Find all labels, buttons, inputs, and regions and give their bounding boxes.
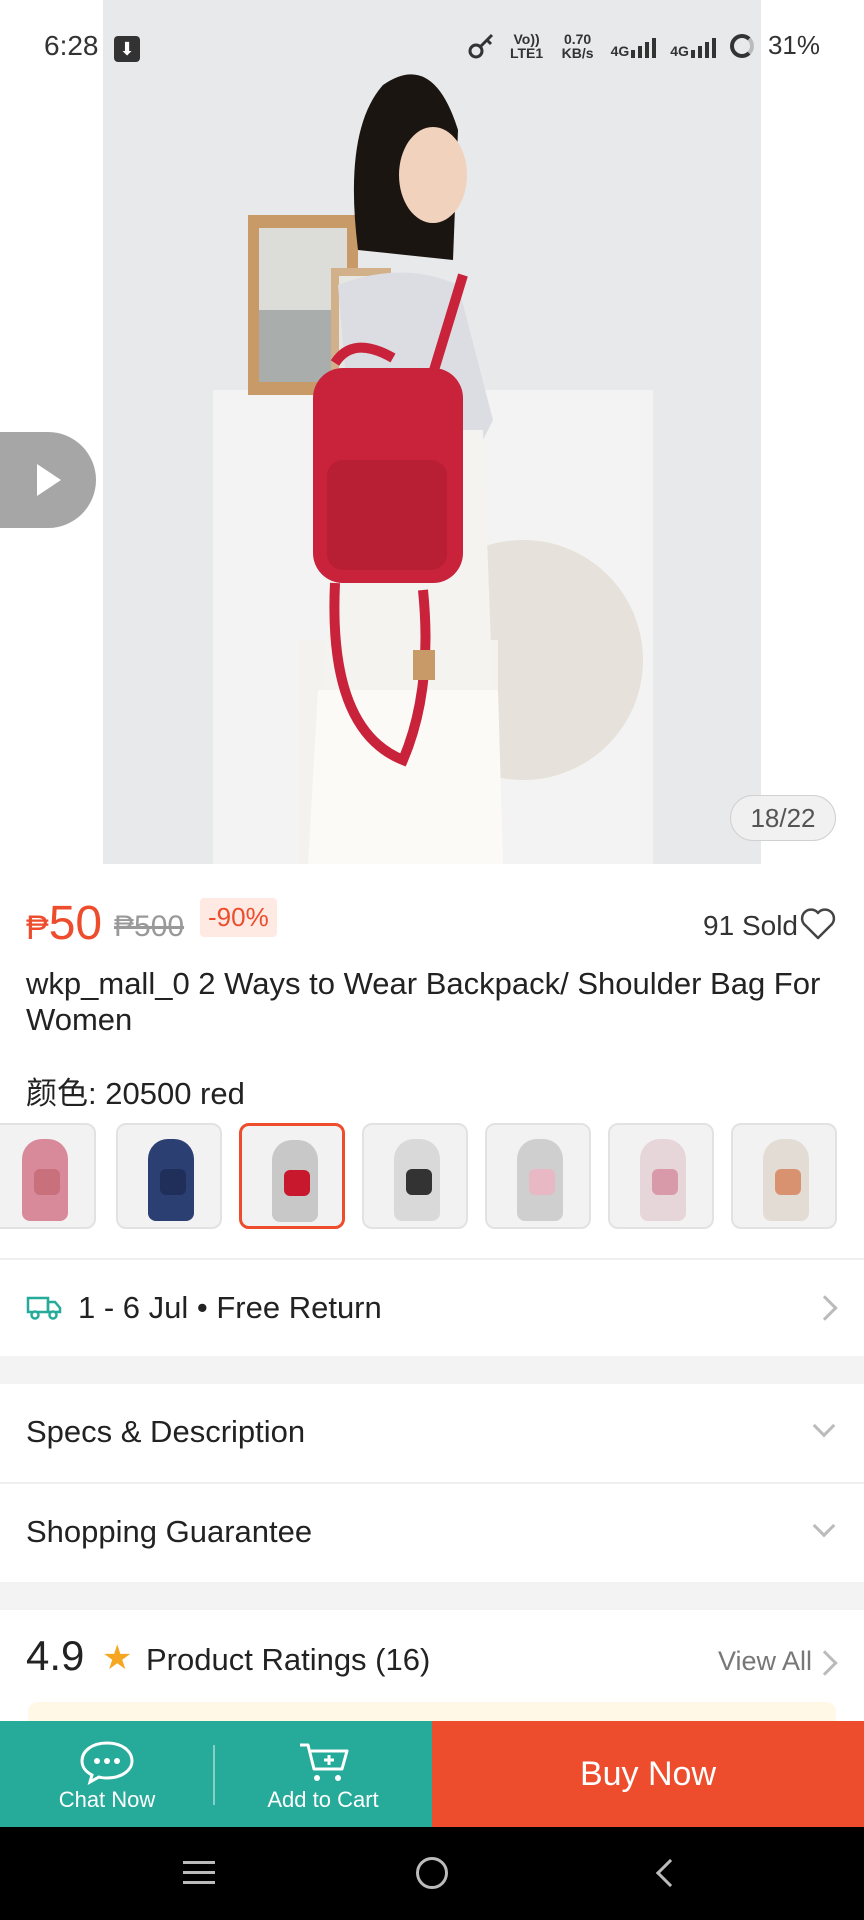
home-button[interactable] [416,1857,448,1889]
section-gap [0,1356,864,1384]
battery-percent: 31% [767,30,820,60]
discount-badge: -90% [200,898,277,937]
back-button[interactable] [655,1858,685,1888]
variant-thumbnail-bag [406,1169,432,1195]
view-all-link[interactable]: View All [718,1646,812,1677]
recent-apps-button[interactable] [183,1861,215,1885]
status-bar: 6:28 ⬇ Vo)) LTE1 0.70 KB/s 4G 4G 31% [0,0,864,100]
rating-score: 4.9 [26,1632,85,1679]
volte-indicator: Vo)) LTE1 [509,30,544,61]
action-separator [213,1745,215,1805]
guarantee-label: Shopping Guarantee [26,1514,313,1549]
currency-symbol: ₱ [26,909,49,947]
play-icon [37,464,61,496]
product-page: 18/22 6:28 ⬇ Vo)) LTE1 0.70 KB/s 4G 4G 3… [0,0,864,1920]
signal-bars-icon [631,34,657,58]
action-bar: Chat Now Add to Cart Buy Now [0,1721,864,1827]
chevron-right-icon [812,1650,838,1676]
variant-thumbnail[interactable] [0,1123,96,1229]
signal-1: 4G [611,34,657,58]
section-gap [0,1582,864,1610]
current-price: ₱50 [26,896,102,951]
signal-2: 4G [670,34,716,58]
shipping-text: 1 - 6 Jul • Free Return [78,1290,382,1325]
variant-thumbnail[interactable] [362,1123,468,1229]
chat-now-label: Chat Now [58,1787,156,1812]
key-icon [468,33,493,58]
specs-section[interactable]: Specs & Description [0,1384,864,1480]
signal-1-label: 4G [610,42,630,59]
signal-2-label: 4G [670,42,689,59]
shipping-row[interactable]: 1 - 6 Jul • Free Return [0,1262,864,1354]
chat-now-button[interactable]: Chat Now [0,1721,214,1827]
variant-thumbnail-bag [775,1169,801,1195]
net-speed: 0.70 KB/s [561,30,594,61]
divider [0,1258,864,1260]
video-play-button[interactable] [0,432,96,528]
truck-icon [26,1296,62,1320]
status-indicators: Vo)) LTE1 0.70 KB/s 4G 4G 31% [467,30,820,61]
chevron-down-icon [812,1514,836,1538]
add-to-cart-label: Add to Cart [267,1787,379,1812]
variant-thumbnails [0,1123,864,1229]
status-time: 6:28 [44,30,99,61]
product-photo-illustration [103,0,761,864]
buy-now-button[interactable]: Buy Now [432,1721,864,1827]
variant-thumbnail[interactable] [485,1123,591,1229]
rating-card-peek [28,1702,836,1722]
cart-plus-icon [300,1743,349,1781]
specs-label: Specs & Description [26,1414,306,1449]
chat-icon [80,1741,134,1785]
action-bar-left: Chat Now Add to Cart [0,1721,432,1827]
signal-bars-icon [690,34,716,58]
chevron-right-icon [812,1295,838,1321]
price-value: 50 [48,897,103,950]
variant-thumbnail-bag [529,1169,555,1195]
variant-thumbnail-bag [34,1169,60,1195]
download-icon: ⬇ [114,36,140,62]
variant-thumbnail-bag [160,1169,186,1195]
price-row: ₱50 ₱500 -90% 91 Sold [26,888,838,958]
variant-thumbnail[interactable] [116,1123,222,1229]
system-nav-bar [0,1827,864,1920]
product-photo[interactable] [103,0,761,864]
variant-thumbnail-bag [284,1170,310,1196]
guarantee-section[interactable]: Shopping Guarantee [0,1484,864,1580]
variant-thumbnail-bag [652,1169,678,1195]
variant-thumbnail[interactable] [239,1123,345,1229]
chevron-down-icon [812,1414,836,1438]
heart-icon[interactable] [798,904,838,944]
product-title: wkp_mall_0 2 Ways to Wear Backpack/ Shou… [26,966,821,1037]
original-price: ₱500 [114,910,185,943]
variant-thumbnail[interactable] [608,1123,714,1229]
product-gallery[interactable]: 18/22 6:28 ⬇ Vo)) LTE1 0.70 KB/s 4G 4G 3… [0,0,864,864]
sold-count: 91 Sold [703,910,798,941]
ratings-label: Product Ratings (16) [146,1642,431,1677]
star-icon: ★ [102,1639,133,1677]
image-counter: 18/22 [730,795,836,841]
variant-color-label: 颜色: 20500 red [26,1076,245,1111]
variant-thumbnail[interactable] [731,1123,837,1229]
battery-icon [729,33,754,58]
add-to-cart-button[interactable]: Add to Cart [216,1721,430,1827]
